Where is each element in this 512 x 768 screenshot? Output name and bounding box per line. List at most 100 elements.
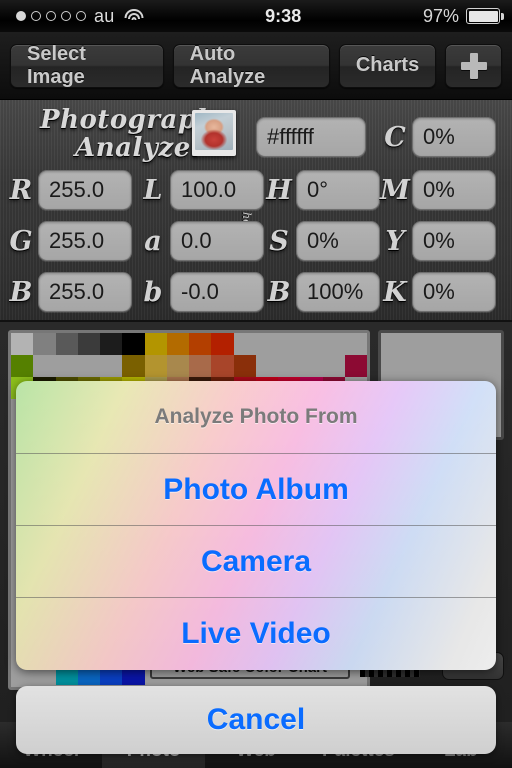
s-input[interactable]: 0% [296,221,380,261]
color-swatch[interactable] [100,333,123,355]
k-label: K [383,276,407,308]
color-swatch[interactable] [233,355,256,377]
a-label: a [144,225,162,257]
signal-strength-icon [16,11,86,21]
color-swatch[interactable] [77,355,100,377]
logo-line-2: Analyzer [75,133,205,163]
a-input[interactable]: 0.0 [170,221,264,261]
color-swatch[interactable] [33,355,56,377]
color-swatch[interactable] [144,355,167,377]
field-b-lab: b -0.0 [136,272,264,312]
status-bar-left: au [0,5,144,27]
action-sheet-title: Analyze Photo From [16,381,496,454]
thumbnail-image [195,113,233,150]
r-input[interactable]: 255.0 [38,170,132,210]
b-hsb-input[interactable]: 100% [296,272,380,312]
b-rgb-label: B [9,276,33,308]
auto-analyze-button[interactable]: Auto Analyze [172,43,330,88]
color-swatch[interactable] [11,333,34,355]
m-input[interactable]: 0% [412,170,496,210]
action-sheet-option-camera[interactable]: Camera [16,526,496,598]
g-label: G [9,225,33,257]
top-toolbar: Select Image Auto Analyze Charts [0,32,512,100]
h-input[interactable]: 0° [296,170,380,210]
field-a: a 0.0 [136,221,264,261]
action-sheet-option-photo-album[interactable]: Photo Album [16,454,496,526]
color-swatch[interactable] [255,355,278,377]
g-input[interactable]: 255.0 [38,221,132,261]
field-s: S 0% [262,221,380,261]
battery-icon [466,8,504,24]
color-swatch[interactable] [33,333,56,355]
color-swatch[interactable] [189,333,212,355]
live-video-label: Live Video [181,617,331,650]
k-input[interactable]: 0% [412,272,496,312]
c-input[interactable]: 0% [412,117,496,157]
action-sheet-option-live-video[interactable]: Live Video [16,598,496,670]
color-swatch[interactable] [211,355,234,377]
field-k: K 0% [378,272,496,312]
color-swatch[interactable] [122,333,145,355]
h-label: H [266,174,292,206]
hex-input[interactable]: #ffffff [256,117,366,157]
color-swatch[interactable] [144,333,167,355]
color-swatch[interactable] [189,355,212,377]
color-swatch[interactable] [122,355,145,377]
field-hex: #ffffff [256,117,366,157]
color-swatch-row [11,333,367,355]
color-swatch[interactable] [344,355,367,377]
color-swatch-row [11,355,367,377]
b-rgb-input[interactable]: 255.0 [38,272,132,312]
color-swatch[interactable] [211,333,234,355]
l-input[interactable]: 100.0 [170,170,264,210]
color-swatch[interactable] [344,333,367,355]
color-swatch[interactable] [11,355,34,377]
photo-thumbnail[interactable] [192,110,236,156]
color-swatch[interactable] [55,333,78,355]
color-swatch[interactable] [322,355,345,377]
action-sheet: Analyze Photo From Photo Album Camera Li… [16,381,496,670]
logo-line-1: Photograph [40,105,216,135]
color-swatch[interactable] [278,333,301,355]
status-bar-right: 97% [423,6,512,27]
plus-icon [460,52,487,79]
color-swatch[interactable] [300,355,323,377]
field-y: Y 0% [378,221,496,261]
color-swatch[interactable] [166,333,189,355]
y-input[interactable]: 0% [412,221,496,261]
status-bar-clock: 9:38 [265,5,302,26]
b-lab-label: b [143,276,163,308]
field-b-rgb: B 255.0 [4,272,132,312]
field-r: R 255.0 [4,170,132,210]
add-button[interactable] [445,43,502,88]
color-swatch[interactable] [55,355,78,377]
status-bar: au 9:38 97% [0,0,512,32]
cancel-button[interactable]: Cancel [16,686,496,754]
color-swatch[interactable] [233,333,256,355]
color-swatch[interactable] [100,355,123,377]
c-label: C [384,121,406,153]
color-swatch[interactable] [300,333,323,355]
field-g: G 255.0 [4,221,132,261]
field-b-hsb: B 100% [262,272,380,312]
field-c: C 0% [378,117,496,157]
color-swatch[interactable] [322,333,345,355]
field-l: L 100.0 [136,170,264,210]
carrier-label: au [94,5,115,26]
b-lab-input[interactable]: -0.0 [170,272,264,312]
y-label: Y [385,225,405,257]
l-label: L [143,174,163,206]
app-logo: Photograph Analyzer [38,106,218,164]
color-swatch[interactable] [255,333,278,355]
color-swatch[interactable] [77,333,100,355]
select-image-button[interactable]: Select Image [10,43,164,88]
field-h: H 0° [262,170,380,210]
charts-button[interactable]: Charts [338,43,437,88]
s-label: S [269,225,289,257]
color-swatch[interactable] [166,355,189,377]
photo-album-label: Photo Album [163,472,349,506]
color-values-panel: Photograph Analyzer hex #ffffff C 0% R 2… [0,100,512,322]
camera-label: Camera [200,544,312,578]
b-hsb-label: B [267,276,291,308]
color-swatch[interactable] [278,355,301,377]
